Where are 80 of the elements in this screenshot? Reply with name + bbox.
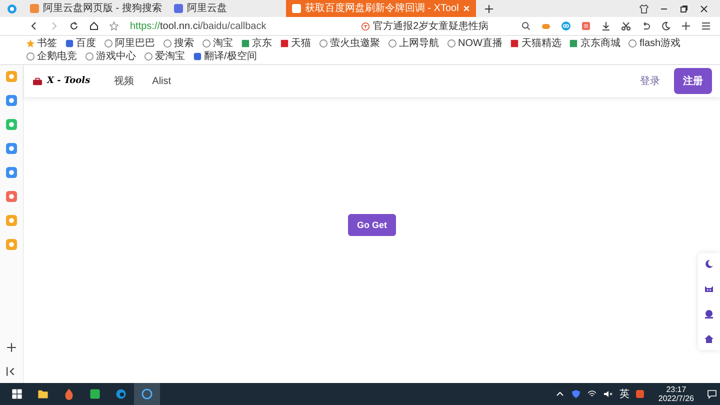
address-field[interactable]: https://tool.nn.ci/baidu/callback <box>130 20 266 32</box>
shirt-icon[interactable] <box>639 4 649 14</box>
register-button[interactable]: 注册 <box>674 68 712 94</box>
globe-icon <box>104 39 113 48</box>
globe-icon <box>447 39 456 48</box>
speaker-muted-icon[interactable] <box>603 389 614 399</box>
browser-tab[interactable]: 阿里云盘 <box>168 0 286 17</box>
site-icon <box>193 52 202 61</box>
add-icon[interactable] <box>681 21 691 31</box>
bookmark[interactable]: 天猫 <box>280 37 311 50</box>
download-icon[interactable] <box>601 21 611 31</box>
app-icon[interactable] <box>6 167 17 178</box>
collapse-icon[interactable] <box>6 366 17 377</box>
close-icon[interactable] <box>699 4 709 14</box>
site-logo[interactable]: X - Tools <box>47 76 90 86</box>
go-get-button[interactable]: Go Get <box>348 214 396 236</box>
toolbox-icon <box>32 76 43 86</box>
wifi-icon[interactable] <box>587 389 598 399</box>
back-icon[interactable] <box>29 21 39 31</box>
bookmark[interactable]: 上网导航 <box>388 37 439 50</box>
restore-icon[interactable] <box>679 4 689 14</box>
globe-icon <box>319 39 328 48</box>
search-icon[interactable] <box>521 21 531 31</box>
shield-icon[interactable] <box>571 389 582 399</box>
bookmark[interactable]: 爱淘宝 <box>144 50 185 63</box>
bookmark[interactable]: 天猫精选 <box>510 37 562 50</box>
globe-icon <box>144 52 153 61</box>
app-icon[interactable] <box>6 191 17 202</box>
browser-icon[interactable] <box>134 383 160 405</box>
add-icon[interactable] <box>6 342 17 353</box>
site-icon <box>65 39 74 48</box>
nav-link[interactable]: Alist <box>152 76 172 86</box>
globe-icon <box>628 39 638 48</box>
note-icon[interactable] <box>581 21 591 31</box>
site-icon <box>510 39 520 48</box>
home-icon[interactable] <box>704 334 714 344</box>
site-icon <box>569 39 578 48</box>
menu-icon[interactable] <box>701 21 711 31</box>
moon-icon[interactable] <box>704 259 714 269</box>
globe-icon <box>85 52 94 61</box>
notification-icon[interactable] <box>707 389 717 399</box>
search-engine-icon <box>361 22 370 30</box>
site-icon <box>280 39 289 48</box>
new-tab-icon[interactable] <box>484 4 494 14</box>
globe-icon <box>163 39 172 48</box>
bookmark[interactable]: 搜索 <box>163 37 194 50</box>
home-icon[interactable] <box>89 21 99 31</box>
undo-icon[interactable] <box>641 21 651 31</box>
browser-logo-icon <box>7 4 17 14</box>
cat-icon[interactable] <box>704 284 714 294</box>
browser-tab[interactable]: 阿里云盘网页版 - 搜狗搜索 <box>24 0 168 17</box>
reload-icon[interactable] <box>69 21 79 31</box>
link-icon[interactable] <box>561 21 571 31</box>
bookmark[interactable]: 企鹅电竞 <box>26 50 77 63</box>
bookmark[interactable]: NOW直播 <box>447 37 502 50</box>
bookmark[interactable]: 萤火虫邀聚 <box>319 37 380 50</box>
app-tray-icon[interactable] <box>635 389 646 399</box>
star-icon[interactable] <box>109 21 119 31</box>
bookmark[interactable]: 书签 <box>26 37 57 50</box>
bookmark[interactable]: 京东商城 <box>569 37 620 50</box>
bookmark[interactable]: 游戏中心 <box>85 50 136 63</box>
input-method-label[interactable]: 英 <box>619 387 630 401</box>
bookmark[interactable]: flash游戏 <box>628 37 681 50</box>
bookmark[interactable]: 阿里巴巴 <box>104 37 155 50</box>
app-icon[interactable] <box>6 95 17 106</box>
scissors-icon[interactable] <box>621 21 631 31</box>
site-icon <box>241 39 250 48</box>
bookmark[interactable]: 京东 <box>241 37 272 50</box>
globe-icon <box>202 39 211 48</box>
app-icon[interactable] <box>6 143 17 154</box>
moon-icon[interactable] <box>661 21 671 31</box>
nav-link[interactable]: 视频 <box>114 74 134 88</box>
star-icon <box>26 39 35 48</box>
globe-icon <box>26 52 35 61</box>
bookmark[interactable]: 翻译/极空间 <box>193 50 257 63</box>
login-link[interactable]: 登录 <box>640 74 660 88</box>
bookmark[interactable]: 百度 <box>65 37 96 50</box>
globe-icon <box>388 39 397 48</box>
clock[interactable]: 23:17 2022/7/26 <box>658 385 694 403</box>
bookmark[interactable]: 淘宝 <box>202 37 233 50</box>
